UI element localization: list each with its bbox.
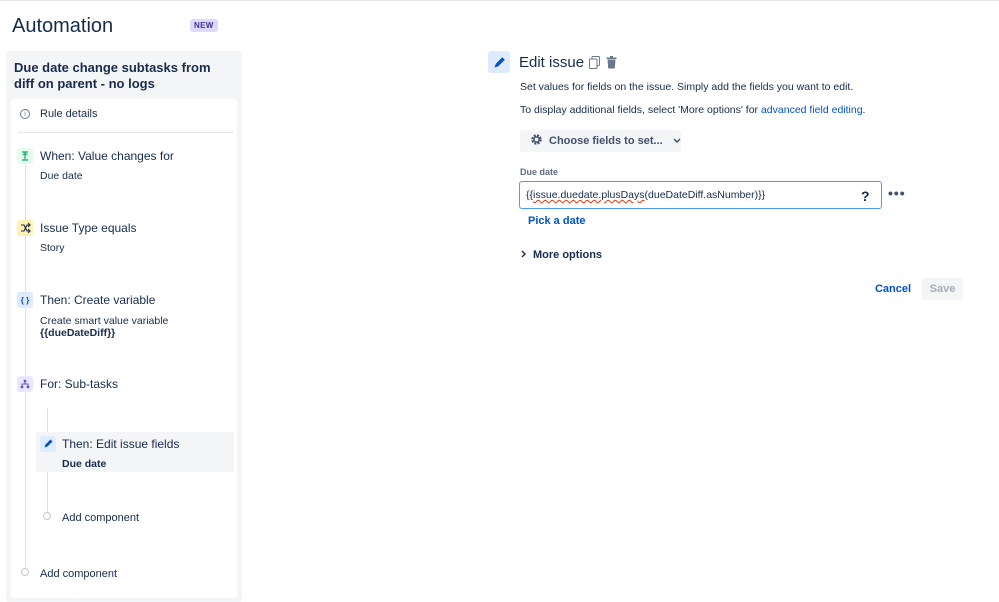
component-subtitle: Create smart value variable — [40, 315, 169, 327]
rule-details-item[interactable]: i Rule details — [20, 108, 97, 120]
due-date-field-label: Due date — [520, 167, 559, 177]
add-component-inner[interactable]: Add component — [62, 512, 139, 524]
trash-icon[interactable] — [605, 56, 617, 69]
shuffle-icon — [17, 220, 33, 236]
due-date-input[interactable]: {{issue.duedate.plusDays (dueDateDiff.asN… — [519, 181, 882, 209]
braces-icon: { } — [17, 292, 33, 308]
trigger-icon — [17, 148, 33, 164]
rule-details-label: Rule details — [40, 108, 98, 120]
rule-name: Due date change subtasks from diff on pa… — [14, 60, 211, 91]
chevron-down-icon — [673, 135, 681, 147]
add-component-dot — [21, 568, 29, 576]
branch-icon — [17, 376, 33, 392]
advanced-field-editing-link[interactable]: advanced field editing — [761, 104, 863, 116]
component-title[interactable]: Then: Create variable — [40, 293, 155, 307]
pencil-icon — [488, 51, 510, 73]
choose-fields-button[interactable]: Choose fields to set... — [520, 130, 681, 152]
info-icon: i — [20, 109, 30, 119]
component-subtitle: Due date — [40, 170, 83, 182]
top-border — [0, 0, 999, 1]
component-subtitle: Story — [40, 242, 65, 254]
more-actions-icon[interactable]: ••• — [888, 186, 906, 200]
cancel-button[interactable]: Cancel — [868, 278, 918, 300]
editor-description: Set values for fields on the issue. Simp… — [520, 81, 854, 93]
copy-icon[interactable] — [588, 56, 600, 69]
pick-a-date-link[interactable]: Pick a date — [528, 215, 585, 227]
chevron-right-icon — [521, 249, 527, 261]
new-badge: NEW — [190, 19, 218, 32]
add-component-outer[interactable]: Add component — [40, 568, 117, 580]
component-subtitle: Due date — [62, 458, 107, 470]
choose-fields-label: Choose fields to set... — [549, 135, 663, 147]
component-title[interactable]: Then: Edit issue fields — [62, 437, 179, 451]
page-title: Automation — [12, 15, 114, 37]
divider — [18, 132, 234, 133]
editor-title: Edit issue — [519, 54, 585, 71]
component-title[interactable]: For: Sub-tasks — [40, 377, 118, 391]
component-title[interactable]: Issue Type equals — [40, 221, 137, 235]
more-options-label: More options — [533, 249, 603, 261]
gear-icon — [530, 133, 543, 149]
add-component-dot — [43, 512, 51, 520]
pencil-icon — [40, 436, 56, 452]
editor-description-advanced: To display additional fields, select 'Mo… — [520, 104, 866, 116]
more-options-toggle[interactable]: More options — [521, 249, 602, 261]
component-title[interactable]: When: Value changes for — [40, 149, 174, 163]
variable-name: {{dueDateDiff}} — [40, 327, 116, 339]
save-button[interactable]: Save — [922, 278, 963, 300]
help-icon[interactable]: ? — [861, 188, 870, 204]
